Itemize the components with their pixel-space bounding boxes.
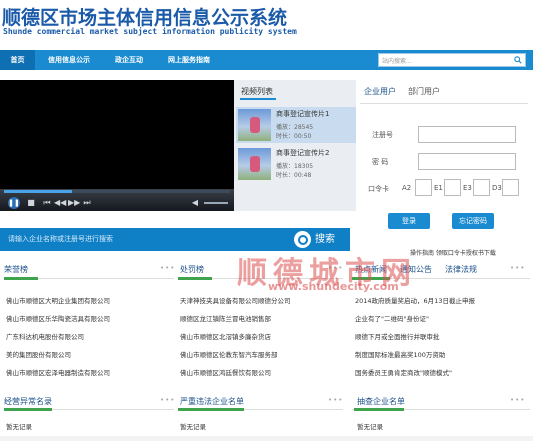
video-progress-bar[interactable] — [4, 190, 230, 193]
list-item[interactable]: 佛山市顺德区大明企业集团有限公司 — [6, 295, 110, 305]
video-list-item[interactable]: 商事登记宣传片1 播放：28545 时长：00:50 — [236, 107, 356, 143]
more-icon[interactable]: ••• — [328, 396, 343, 404]
card-cell-input[interactable] — [473, 179, 490, 196]
more-icon[interactable]: ••• — [160, 396, 175, 404]
search-icon — [294, 231, 311, 248]
abnormal-active-mark — [4, 408, 52, 411]
list-item[interactable]: 国务委员王勇肯定商改"顺德模式" — [355, 367, 452, 377]
list-item[interactable]: 顺德下月或全面推行并联审批 — [355, 331, 440, 341]
tab-department-user[interactable]: 部门用户 — [408, 86, 440, 97]
site-search-placeholder: 站内搜索... — [382, 58, 412, 65]
video-plays: 播放：18305 — [276, 163, 314, 170]
account-field[interactable] — [418, 126, 516, 143]
site-search-input[interactable]: 站内搜索... — [378, 53, 526, 67]
forgot-password-button[interactable]: 忘记密码 — [452, 213, 494, 229]
video-list-title: 视频列表 — [241, 87, 273, 96]
footer-bar — [0, 436, 533, 441]
list-item[interactable]: 顺德区龙江镇陈兰冒电池销售部 — [180, 313, 271, 323]
video-duration: 时长：00:48 — [276, 172, 312, 179]
enterprise-search-placeholder: 请输入企业名称或注册号进行搜索 — [8, 235, 113, 243]
list-item[interactable]: 佛山市顺德区乐华陶瓷洁具有限公司 — [6, 313, 110, 323]
rewind-icon[interactable]: ◀◀ — [54, 197, 66, 209]
list-item[interactable]: 天津神技夹具设备有限公司顺德分公司 — [180, 295, 291, 305]
card-cell-label: D3 — [492, 184, 502, 192]
card-cell-input[interactable] — [444, 179, 461, 196]
watermark-url: www.shundecity.com — [268, 280, 399, 293]
penalty-active-mark — [178, 277, 212, 280]
list-item: 暂无记录 — [180, 423, 206, 431]
video-name: 商事登记宣传片2 — [276, 149, 330, 157]
more-icon[interactable]: ••• — [160, 264, 175, 272]
login-button[interactable]: 登录 — [388, 213, 430, 229]
password-field[interactable] — [418, 153, 516, 170]
more-icon[interactable]: ••• — [510, 396, 525, 404]
site-header: 顺德区市场主体信用信息公示系统 Shunde commercial market… — [0, 0, 533, 50]
card-cell-label: A2 — [402, 184, 412, 192]
list-item[interactable]: 佛山市顺德区鸿廷餐饮有限公司 — [180, 367, 271, 377]
card-cell-label: E1 — [434, 184, 443, 192]
nav-home[interactable]: 首页 — [0, 50, 35, 70]
spot-check-list-title[interactable]: 抽查企业名单 — [357, 396, 405, 407]
video-list-item[interactable]: 商事登记宣传片2 播放：18305 时长：00:48 — [236, 146, 356, 182]
nav-interaction[interactable]: 政企互动 — [107, 50, 151, 70]
video-list-underline — [240, 98, 276, 100]
list-item[interactable]: 美的集团股份有限公司 — [6, 349, 71, 359]
previous-icon[interactable]: ⏮ — [42, 197, 52, 209]
spot-check-active-mark — [354, 408, 404, 411]
abnormal-list-title[interactable]: 经营异常名录 — [4, 396, 52, 407]
honor-active-mark — [4, 277, 38, 280]
list-item[interactable]: 佛山市顺德区伦教东智汽车服务部 — [180, 349, 278, 359]
list-item[interactable]: 广东科达机电股份有限公司 — [6, 331, 84, 341]
video-name: 商事登记宣传片1 — [276, 110, 330, 118]
card-label: 口令卡 — [368, 185, 389, 193]
forward-icon[interactable]: ▶▶ — [68, 197, 80, 209]
nav-credit-info[interactable]: 信用信息公示 — [38, 50, 100, 70]
list-item: 暂无记录 — [357, 423, 383, 431]
card-cell-label: E3 — [463, 184, 472, 192]
serious-list-title[interactable]: 严重违法企业名单 — [180, 396, 244, 407]
nav-service-guide[interactable]: 网上服务指南 — [160, 50, 218, 70]
pause-icon[interactable]: ❚❚ — [8, 197, 20, 209]
login-panel — [358, 80, 533, 260]
penalty-list-title[interactable]: 处罚榜 — [180, 264, 204, 275]
card-cell-input[interactable] — [502, 179, 519, 196]
site-subtitle: Shunde commercial market subject informa… — [3, 27, 297, 36]
list-item[interactable]: 企业有了"二维码"身份证" — [355, 313, 429, 323]
video-plays: 播放：28545 — [276, 124, 314, 131]
video-thumbnail — [238, 109, 271, 141]
video-thumbnail — [238, 148, 271, 180]
video-progress-fill — [4, 190, 72, 193]
tab-enterprise-user[interactable]: 企业用户 — [364, 86, 396, 97]
account-label: 注册号 — [372, 131, 393, 139]
list-item: 暂无记录 — [6, 423, 32, 431]
video-duration: 时长：00:50 — [276, 133, 312, 140]
serious-active-mark — [178, 408, 244, 411]
tab-laws[interactable]: 法律法规 — [445, 264, 477, 275]
stop-icon[interactable]: ■ — [26, 197, 36, 209]
login-tab-divider — [360, 103, 528, 104]
help-links[interactable]: 操作指南 领取口令卡授权书下载 — [410, 248, 496, 257]
more-icon[interactable]: ••• — [510, 264, 525, 272]
volume-icon[interactable]: ◀ — [190, 197, 200, 209]
site-title: 顺德区市场主体信用信息公示系统 — [2, 7, 288, 29]
list-item[interactable]: 2014政府质量奖启动，6月13日截止申报 — [355, 295, 475, 305]
volume-slider[interactable] — [204, 202, 228, 204]
honor-list-title[interactable]: 荣誉榜 — [4, 264, 28, 275]
list-item[interactable]: 佛山市顺德区北滘镇多廉杂货店 — [180, 331, 271, 341]
search-icon[interactable] — [514, 56, 522, 64]
list-item[interactable]: 制度国际标准最高奖100万资助 — [355, 349, 445, 359]
list-item[interactable]: 佛山市顺德区宏泽电器制造有限公司 — [6, 367, 110, 377]
card-cell-input[interactable] — [415, 179, 432, 196]
next-icon[interactable]: ⏭ — [82, 197, 92, 209]
password-label: 密 码 — [372, 158, 389, 166]
